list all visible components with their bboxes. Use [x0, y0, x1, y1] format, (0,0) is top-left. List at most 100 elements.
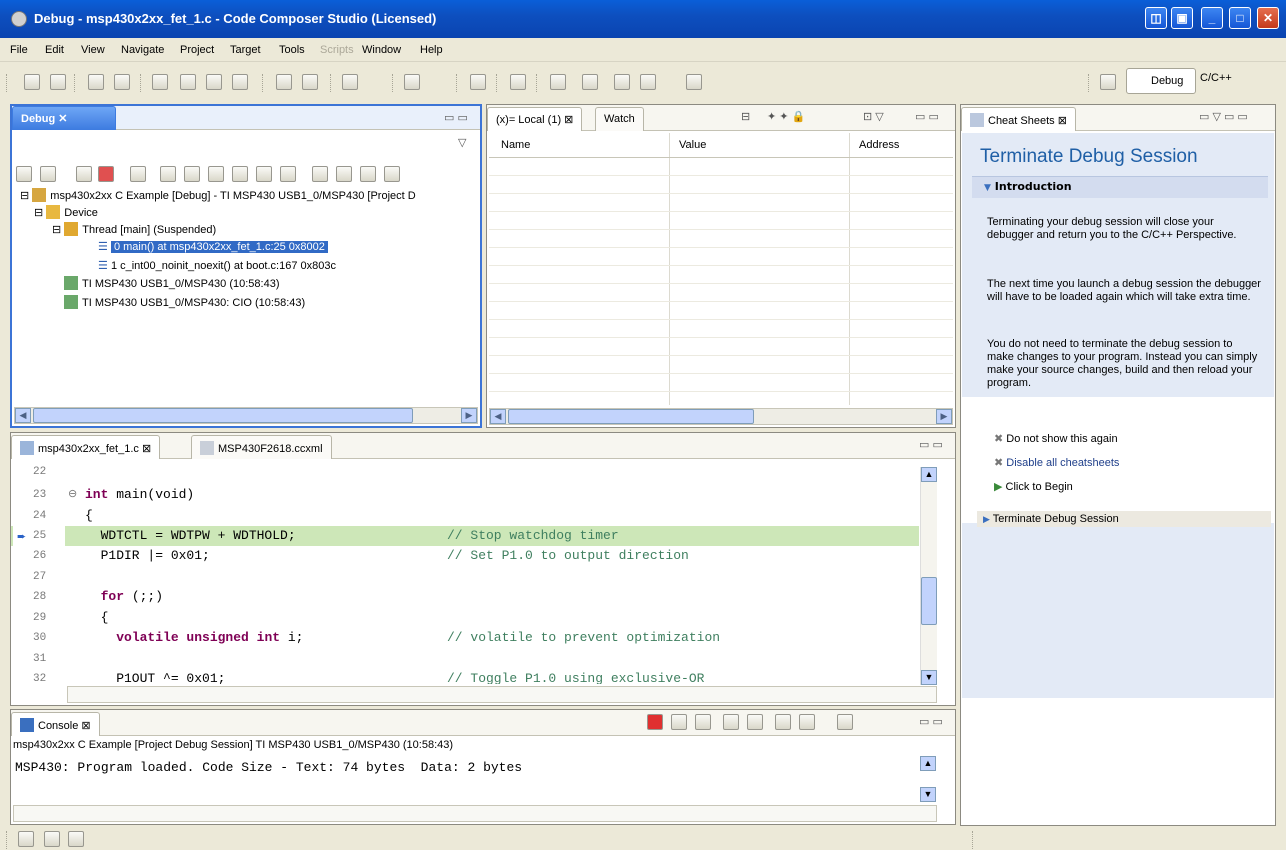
tab-source-file[interactable]: msp430x2xx_fet_1.c ⊠ [11, 435, 161, 459]
scroll-down-icon[interactable]: ▼ [920, 787, 936, 802]
clear-console-icon[interactable] [723, 714, 739, 730]
view-menu-icon[interactable]: ⊡ ▽ [863, 110, 884, 123]
save-icon[interactable] [24, 74, 40, 90]
menu-help[interactable]: Help [420, 44, 443, 56]
run-to-line-icon[interactable] [336, 166, 352, 182]
target-config-icon[interactable] [68, 831, 84, 847]
edit-icon[interactable] [510, 74, 526, 90]
prev-annotation-icon[interactable] [582, 74, 598, 90]
menu-navigate[interactable]: Navigate [121, 44, 164, 56]
scroll-right-icon[interactable]: ▶ [936, 409, 952, 424]
open-perspective-icon[interactable] [1100, 74, 1116, 90]
debug-run-icon[interactable] [342, 74, 358, 90]
tab-debug[interactable]: Debug ✕ [12, 106, 116, 130]
print-icon[interactable] [50, 74, 66, 90]
perspective-debug-button[interactable]: Debug [1126, 68, 1196, 94]
menu-scripts[interactable]: Scripts [320, 44, 354, 56]
remove-launch-icon[interactable] [671, 714, 687, 730]
menu-project[interactable]: Project [180, 44, 214, 56]
menu-target[interactable]: Target [230, 44, 261, 56]
do-not-show-link[interactable]: ✖ Do not show this again [994, 432, 1118, 445]
scroll-lock-icon[interactable] [747, 714, 763, 730]
editor-hscroll[interactable] [67, 686, 937, 703]
menu-edit[interactable]: Edit [45, 44, 64, 56]
close-button[interactable]: ✕ [1257, 7, 1279, 29]
minimize-icon[interactable]: ▭ ▭ [919, 438, 943, 451]
column-value[interactable]: Value [679, 139, 706, 151]
tree-item-device[interactable]: ⊟ Device [34, 205, 98, 222]
open-console-icon[interactable] [837, 714, 853, 730]
restart-icon[interactable] [312, 166, 328, 182]
debug-config-icon[interactable] [152, 74, 168, 90]
add-global-icon[interactable]: ✦ ✦ 🔒 [767, 110, 805, 123]
fold-icon[interactable]: ⊖ [68, 487, 77, 500]
next-annotation-icon[interactable] [550, 74, 566, 90]
view-menu-icon[interactable]: ▭ ▽ ▭ ▭ [1199, 110, 1248, 123]
menu-tools[interactable]: Tools [279, 44, 305, 56]
display-console-icon[interactable] [799, 714, 815, 730]
minimize-icon[interactable]: ▭ ▭ [444, 111, 468, 124]
forward-arrow-icon[interactable] [686, 74, 702, 90]
tree-item-cio[interactable]: TI MSP430 USB1_0/MSP430: CIO (10:58:43) [64, 295, 305, 312]
minimize-icon[interactable]: ▭ ▭ [915, 110, 939, 123]
remove-terminated-icon[interactable] [16, 166, 32, 182]
column-address[interactable]: Address [859, 139, 899, 151]
suspend-icon[interactable] [76, 166, 92, 182]
tile-icon[interactable]: ▣ [1171, 7, 1193, 29]
scroll-right-icon[interactable]: ▶ [461, 408, 477, 423]
tree-item-thread[interactable]: ⊟ Thread [main] (Suspended) [52, 222, 216, 239]
click-to-begin-link[interactable]: ▶ Click to Begin [994, 480, 1073, 493]
menu-window[interactable]: Window [362, 44, 401, 56]
scroll-thumb[interactable] [508, 409, 754, 424]
console-output[interactable]: MSP430: Program loaded. Code Size - Text… [15, 760, 522, 775]
minimize-button[interactable]: _ [1201, 7, 1223, 29]
back-arrow-icon[interactable] [640, 74, 656, 90]
scroll-down-icon[interactable]: ▼ [921, 670, 937, 685]
collapse-all-icon[interactable] [384, 166, 400, 182]
maximize-button[interactable]: □ [1229, 7, 1251, 29]
tree-item-session[interactable]: ⊟ msp430x2xx C Example [Debug] - TI MSP4… [20, 188, 416, 205]
tree-item-frame-main[interactable]: ☰ 0 main() at msp430x2xx_fet_1.c:25 0x80… [98, 239, 328, 256]
step-over-icon[interactable] [184, 166, 200, 182]
cpp-icon[interactable] [44, 831, 60, 847]
run-external-icon[interactable] [404, 74, 420, 90]
scroll-thumb[interactable] [921, 577, 937, 625]
scroll-up-icon[interactable]: ▲ [921, 467, 937, 482]
resume-icon[interactable] [40, 166, 56, 182]
asm-step-over-icon[interactable] [232, 166, 248, 182]
perspective-cpp-button[interactable]: C/C++ [1200, 72, 1232, 84]
tab-local[interactable]: (x)= Local (1) ⊠ [487, 107, 583, 131]
remove-all-icon[interactable] [695, 714, 711, 730]
refresh-icon[interactable] [360, 166, 376, 182]
build-icon[interactable] [114, 74, 130, 90]
step-over-icon[interactable] [276, 74, 292, 90]
step-return-icon[interactable] [256, 166, 272, 182]
step-into-icon[interactable] [160, 166, 176, 182]
menu-file[interactable]: File [10, 44, 28, 56]
scroll-left-icon[interactable]: ◀ [15, 408, 31, 423]
terminate-icon[interactable] [647, 714, 663, 730]
tab-watch[interactable]: Watch [595, 107, 644, 131]
debug-hscroll[interactable]: ◀ ▶ [14, 407, 478, 424]
console-vscroll[interactable]: ▲ ▼ [920, 756, 937, 802]
restore-pane-icon[interactable]: ◫ [1145, 7, 1167, 29]
scroll-up-icon[interactable]: ▲ [920, 756, 936, 771]
tab-ccxml[interactable]: MSP430F2618.ccxml [191, 435, 332, 459]
search-icon[interactable] [470, 74, 486, 90]
variables-hscroll[interactable]: ◀ ▶ [489, 408, 953, 425]
step-return-icon[interactable] [302, 74, 318, 90]
editor-vscroll[interactable]: ▲ ▼ [920, 467, 937, 685]
menu-view[interactable]: View [81, 44, 105, 56]
collapse-all-icon[interactable]: ⊟ [741, 110, 750, 123]
reset-icon[interactable] [280, 166, 296, 182]
connect-icon[interactable] [180, 74, 196, 90]
console-hscroll[interactable] [13, 805, 937, 822]
terminate-icon[interactable] [98, 166, 114, 182]
minimize-icon[interactable]: ▭ ▭ [919, 715, 943, 728]
view-menu-icon[interactable]: ▽ [458, 136, 466, 149]
tab-cheat-sheets[interactable]: Cheat Sheets ⊠ [961, 107, 1076, 131]
fast-view-icon[interactable] [18, 831, 34, 847]
asm-step-into-icon[interactable] [208, 166, 224, 182]
disconnect-icon[interactable] [130, 166, 146, 182]
scroll-thumb[interactable] [33, 408, 413, 423]
